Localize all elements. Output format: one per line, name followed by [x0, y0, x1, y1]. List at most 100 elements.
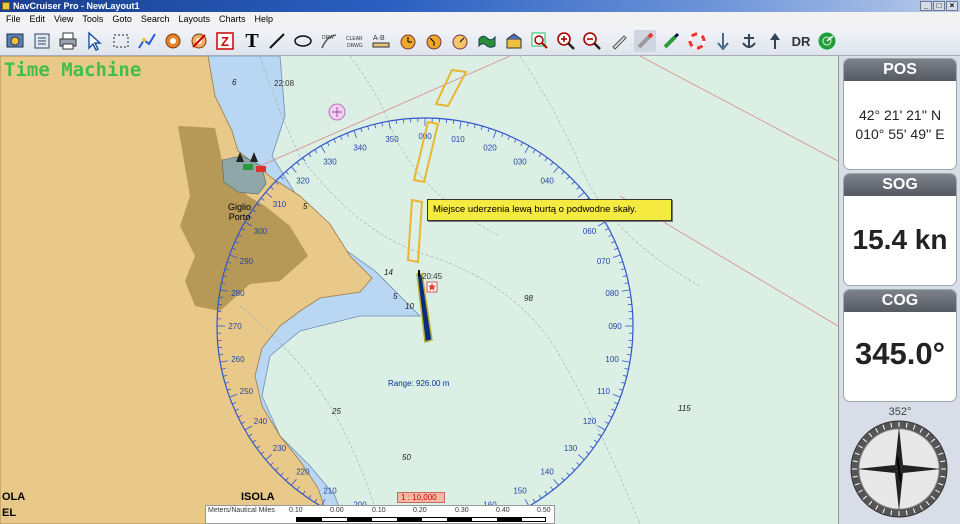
bearing-label: 320	[296, 176, 310, 185]
ring-tick	[532, 149, 536, 154]
menu-charts[interactable]: Charts	[219, 12, 246, 26]
print-icon[interactable]	[57, 30, 79, 52]
bearing-label: 080	[605, 289, 619, 298]
place-isola: ISOLA	[241, 491, 275, 503]
clock-c-icon[interactable]	[449, 30, 471, 52]
ring-tick	[524, 145, 530, 153]
menu-edit[interactable]: Edit	[30, 12, 46, 26]
pos-title: POS	[844, 59, 956, 81]
lifebuoy-alt-icon[interactable]	[188, 30, 210, 52]
ring-tick	[520, 142, 524, 147]
ring-tick	[501, 132, 504, 138]
ring-tick	[487, 128, 490, 133]
depth-sounding: 98	[524, 294, 533, 303]
ring-tick	[598, 425, 606, 431]
clear-draw-icon[interactable]: CLEAR DRWG	[344, 30, 366, 52]
ring-tick	[538, 153, 542, 158]
ring-tick	[459, 121, 462, 130]
ring-tick	[333, 138, 336, 143]
svg-text:A·B: A·B	[373, 35, 385, 42]
minimize-button[interactable]: _	[920, 1, 932, 11]
scale-tick: 0.10	[289, 507, 303, 514]
hazard-star-icon	[426, 281, 438, 293]
compass-icon[interactable]	[849, 419, 949, 519]
ring-tick	[571, 181, 575, 185]
lifebuoy-icon[interactable]	[162, 30, 184, 52]
menu-view[interactable]: View	[54, 12, 73, 26]
draw-pen-icon[interactable]: DRW	[318, 30, 340, 52]
sog-instrument[interactable]: SOG 15.4 kn	[843, 173, 957, 286]
close-button[interactable]: ×	[946, 1, 958, 11]
menu-tools[interactable]: Tools	[82, 12, 103, 26]
ring-tick	[296, 161, 300, 166]
line-icon[interactable]	[266, 30, 288, 52]
ring-tick	[320, 145, 326, 153]
scale-units-label: Meters/Nautical Miles	[208, 507, 275, 514]
clock-a-icon[interactable]	[397, 30, 419, 52]
route-icon[interactable]	[136, 30, 158, 52]
anchor-icon[interactable]	[738, 30, 760, 52]
measure-ab-icon[interactable]: A·B	[370, 30, 392, 52]
menu-file[interactable]: File	[6, 12, 21, 26]
ring-tick	[326, 142, 330, 147]
ring-tick	[480, 125, 483, 131]
zoom-in-icon[interactable]	[555, 30, 577, 52]
ring-tick	[626, 296, 632, 299]
bearing-label: 150	[513, 487, 527, 496]
cog-instrument[interactable]: COG 345.0°	[843, 289, 957, 402]
mob-icon[interactable]	[686, 30, 708, 52]
clock-b-icon[interactable]	[423, 30, 445, 52]
bearing-label: 110	[597, 387, 610, 396]
scale-stripe	[296, 517, 546, 522]
layers-icon[interactable]	[503, 30, 525, 52]
bearing-label: 240	[254, 417, 268, 426]
dr-icon[interactable]: DR	[790, 30, 812, 52]
pencil-icon[interactable]	[608, 30, 630, 52]
ring-tick	[621, 289, 630, 292]
bearing-label: 090	[608, 322, 622, 331]
ring-tick	[576, 462, 580, 466]
ring-tick	[388, 121, 391, 130]
settings-icon[interactable]	[4, 30, 26, 52]
radar-icon[interactable]	[816, 30, 838, 52]
toolbar: Z T DRW CLEAR DRWG A·B DR	[0, 26, 960, 56]
marker-icon[interactable]	[634, 30, 656, 52]
zoom-window-icon[interactable]	[529, 30, 551, 52]
zoom-z-icon[interactable]: Z	[214, 30, 236, 52]
cog-title: COG	[844, 290, 956, 312]
ring-tick	[566, 472, 570, 476]
bearing-label: 260	[231, 355, 245, 364]
select-rect-icon[interactable]	[110, 30, 132, 52]
depth-sounding: 50	[402, 453, 411, 462]
pointer-icon[interactable]	[83, 30, 105, 52]
ring-tick	[624, 282, 629, 284]
chart-scale-field[interactable]: 1 : 10,000	[397, 492, 445, 503]
menu-help[interactable]: Help	[255, 12, 274, 26]
zoom-out-icon[interactable]	[581, 30, 603, 52]
north-up-icon[interactable]	[764, 30, 786, 52]
menu-bar: File Edit View Tools Goto Search Layouts…	[0, 12, 960, 26]
bearing-label: 230	[273, 444, 287, 453]
map-icon[interactable]	[476, 30, 498, 52]
scale-tick: 0.30	[455, 507, 469, 514]
bearing-label: 010	[451, 135, 465, 144]
scale-tick: 0.50	[537, 507, 551, 514]
ring-tick	[576, 186, 580, 190]
ellipse-icon[interactable]	[292, 30, 314, 52]
scale-tick: 0.20	[413, 507, 427, 514]
menu-layouts[interactable]: Layouts	[178, 12, 210, 26]
depth-sounding: 25	[332, 407, 341, 416]
book-icon[interactable]	[31, 30, 53, 52]
text-icon[interactable]: T	[241, 30, 263, 52]
anchor-down-icon[interactable]	[712, 30, 734, 52]
menu-search[interactable]: Search	[141, 12, 170, 26]
pen-green-icon[interactable]	[660, 30, 682, 52]
range-label: Range: 926.00 m	[388, 379, 450, 388]
menu-goto[interactable]: Goto	[112, 12, 132, 26]
pos-instrument[interactable]: POS 42° 21' 21'' N 010° 55' 49'' E	[843, 58, 957, 170]
nautical-chart[interactable]: 0000100200300400500600700800901001101201…	[0, 56, 838, 524]
ring-tick	[577, 454, 585, 461]
maximize-button[interactable]: □	[933, 1, 945, 11]
ring-tick	[608, 234, 613, 237]
app-window: NavCruiser Pro - NewLayout1 _ □ × File E…	[0, 0, 960, 524]
